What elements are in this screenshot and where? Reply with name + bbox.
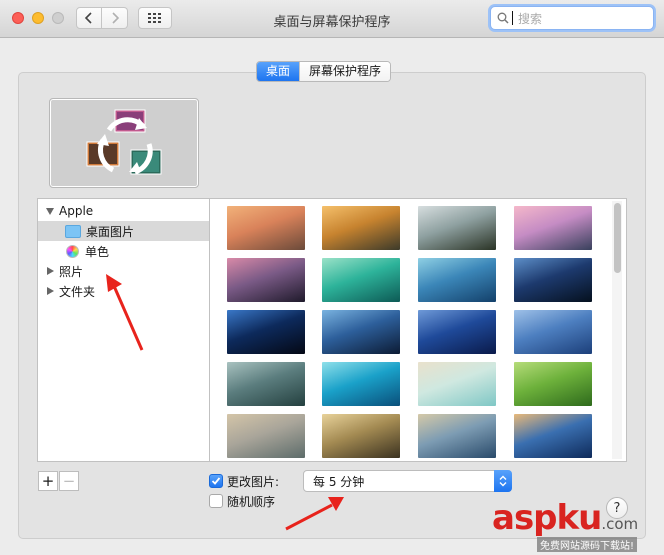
search-icon (497, 12, 509, 24)
window-toolbar: 桌面与屏幕保护程序 搜索 (0, 0, 664, 38)
grid-icon (148, 13, 161, 23)
sidebar-item-label: 单色 (85, 244, 110, 259)
sidebar-item-folders[interactable]: 文件夹 (38, 281, 209, 301)
tab-desktop[interactable]: 桌面 (257, 62, 300, 81)
zoom-window-icon[interactable] (52, 12, 64, 24)
wallpaper-thumbnail[interactable] (514, 258, 592, 302)
tab-bar: 桌面 屏幕保护程序 (256, 61, 392, 82)
source-list: Apple 桌面图片 单色 照片 文件夹 (37, 198, 210, 462)
folder-icon (65, 224, 81, 238)
wallpaper-grid (210, 198, 627, 462)
search-placeholder: 搜索 (518, 11, 543, 26)
wallpaper-thumbnail[interactable] (322, 206, 400, 250)
chevron-left-icon (84, 12, 92, 24)
wallpaper-thumbnail[interactable] (418, 414, 496, 458)
wallpaper-thumbnail[interactable] (514, 414, 592, 458)
search-field[interactable]: 搜索 (490, 6, 654, 30)
random-order-checkbox[interactable] (209, 494, 223, 508)
show-all-button[interactable] (138, 7, 172, 29)
disclosure-right-icon[interactable] (47, 267, 54, 275)
random-order-label: 随机顺序 (227, 495, 276, 509)
sidebar-item-label: 文件夹 (59, 284, 96, 299)
sidebar-item-photos[interactable]: 照片 (38, 261, 209, 281)
wallpaper-thumbnail[interactable] (418, 362, 496, 406)
sidebar-item-desktop-pictures[interactable]: 桌面图片 (38, 221, 209, 241)
watermark-caption: 免费网站源码下载站! (537, 537, 638, 552)
sidebar-item-label: 桌面图片 (86, 224, 135, 239)
text-caret (512, 11, 513, 25)
wallpaper-thumbnail[interactable] (322, 310, 400, 354)
desktop-preview (49, 98, 199, 188)
wallpaper-thumbnail[interactable] (227, 258, 305, 302)
checkmark-icon (211, 477, 221, 485)
wallpaper-thumbnail[interactable] (514, 362, 592, 406)
wallpaper-thumbnail[interactable] (227, 206, 305, 250)
add-folder-button[interactable]: + (38, 471, 58, 491)
wallpaper-thumbnail[interactable] (418, 310, 496, 354)
wallpaper-thumbnail[interactable] (322, 414, 400, 458)
wallpaper-thumbnail[interactable] (227, 414, 305, 458)
change-picture-checkbox[interactable] (209, 474, 223, 488)
remove-folder-button[interactable]: − (59, 471, 79, 491)
wallpaper-thumbnail[interactable] (227, 362, 305, 406)
tab-screensaver[interactable]: 屏幕保护程序 (299, 62, 391, 81)
sidebar-item-label: 照片 (59, 264, 84, 279)
dynamic-rotate-icon (86, 109, 162, 175)
sidebar-item-label: Apple (59, 204, 94, 218)
sidebar-item-solid-colors[interactable]: 单色 (38, 241, 209, 261)
wallpaper-thumbnail[interactable] (514, 310, 592, 354)
interval-value: 每 5 分钟 (313, 474, 365, 489)
grid-scrollbar-thumb[interactable] (614, 203, 621, 273)
back-button[interactable] (76, 7, 102, 29)
window-title: 桌面与屏幕保护程序 (273, 15, 391, 30)
select-arrows-icon[interactable] (494, 470, 512, 492)
wallpaper-thumbnail[interactable] (514, 206, 592, 250)
change-picture-label: 更改图片: (227, 475, 280, 489)
interval-select[interactable]: 每 5 分钟 (303, 470, 512, 492)
disclosure-right-icon[interactable] (47, 287, 54, 295)
watermark-logo: aspku.com (492, 498, 639, 538)
disclosure-down-icon[interactable] (46, 207, 54, 215)
close-window-icon[interactable] (12, 12, 24, 24)
sidebar-item-apple[interactable]: Apple (38, 201, 209, 221)
chevron-right-icon (111, 12, 119, 24)
wallpaper-thumbnail[interactable] (322, 362, 400, 406)
forward-button[interactable] (102, 7, 128, 29)
wallpaper-thumbnail[interactable] (418, 206, 496, 250)
color-wheel-icon (66, 244, 79, 258)
wallpaper-thumbnail[interactable] (227, 310, 305, 354)
wallpaper-thumbnail[interactable] (322, 258, 400, 302)
minimize-window-icon[interactable] (32, 12, 44, 24)
wallpaper-thumbnail[interactable] (418, 258, 496, 302)
